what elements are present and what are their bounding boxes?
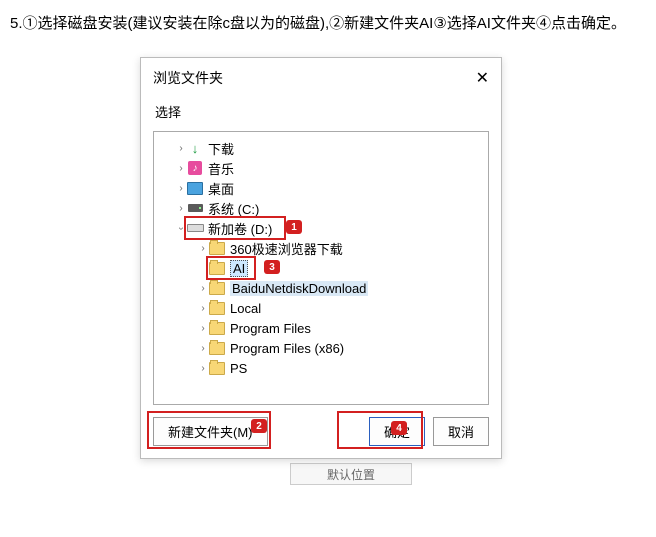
annotation-box-1	[184, 216, 286, 240]
music-icon: ♪	[188, 161, 202, 175]
folder-icon	[209, 242, 225, 255]
dialog-title-text: 浏览文件夹	[153, 68, 223, 88]
tree-label: 360极速浏览器下载	[230, 239, 343, 258]
instruction-text: 5.①选择磁盘安装(建议安装在除c盘以为的磁盘),②新建文件夹AI③选择AI文件…	[10, 10, 646, 37]
chevron-right-icon[interactable]: ›	[176, 163, 186, 174]
close-icon[interactable]: ✕	[476, 68, 489, 88]
chevron-right-icon[interactable]: ›	[176, 143, 186, 154]
tree-item-local[interactable]: › Local	[158, 298, 484, 318]
tree-label: BaiduNetdiskDownload	[230, 281, 368, 296]
tree-label: Local	[230, 301, 261, 316]
annotation-badge-4: 4	[391, 421, 407, 435]
folder-icon	[209, 322, 225, 335]
cancel-button[interactable]: 取消	[433, 417, 489, 446]
tree-label: 系统 (C:)	[208, 199, 259, 218]
dialog-button-row: 新建文件夹(M) 确定 取消 2 4	[141, 405, 501, 458]
dialog-subtitle: 选择	[141, 98, 501, 131]
annotation-badge-2: 2	[251, 419, 267, 433]
tree-item-baidu[interactable]: › BaiduNetdiskDownload	[158, 278, 484, 298]
tree-label: 下载	[208, 139, 234, 158]
folder-icon	[209, 342, 225, 355]
tree-label: Program Files (x86)	[230, 341, 344, 356]
tree-item-pf[interactable]: › Program Files	[158, 318, 484, 338]
drive-icon	[188, 204, 203, 212]
chevron-right-icon[interactable]: ›	[176, 183, 186, 194]
chevron-right-icon[interactable]: ›	[176, 203, 186, 214]
chevron-right-icon[interactable]: ›	[198, 303, 208, 314]
desktop-icon	[187, 182, 203, 195]
chevron-right-icon[interactable]: ›	[198, 323, 208, 334]
download-icon: ↓	[188, 141, 202, 155]
tree-item-desktop[interactable]: › 桌面	[158, 178, 484, 198]
annotation-box-3	[206, 256, 256, 280]
chevron-right-icon[interactable]: ›	[198, 343, 208, 354]
tree-item-360[interactable]: › 360极速浏览器下载	[158, 238, 484, 258]
tree-item-drive-d[interactable]: › 新加卷 (D:) 1	[158, 218, 484, 238]
tree-item-music[interactable]: › ♪ 音乐	[158, 158, 484, 178]
chevron-right-icon[interactable]: ›	[198, 283, 208, 294]
tree-label: 音乐	[208, 159, 234, 178]
tree-label: 桌面	[208, 179, 234, 198]
annotation-box-4	[337, 411, 423, 449]
chevron-right-icon[interactable]: ›	[198, 363, 208, 374]
dialog-titlebar: 浏览文件夹 ✕	[141, 58, 501, 98]
browse-folder-dialog: 浏览文件夹 ✕ 选择 › ↓ 下载 › ♪ 音乐 › 桌面 › 系统 (C:) …	[140, 57, 502, 459]
folder-icon	[209, 282, 225, 295]
tree-item-drive-c[interactable]: › 系统 (C:)	[158, 198, 484, 218]
tree-item-pf86[interactable]: › Program Files (x86)	[158, 338, 484, 358]
tree-label: Program Files	[230, 321, 311, 336]
folder-tree[interactable]: › ↓ 下载 › ♪ 音乐 › 桌面 › 系统 (C:) › 新加卷 (D:) …	[153, 131, 489, 405]
folder-icon	[209, 362, 225, 375]
tree-item-ai[interactable]: AI 3	[158, 258, 484, 278]
background-button: 默认位置	[290, 463, 412, 485]
chevron-right-icon[interactable]: ›	[198, 243, 208, 254]
tree-label: PS	[230, 361, 247, 376]
tree-item-ps[interactable]: › PS	[158, 358, 484, 378]
annotation-badge-1: 1	[286, 220, 302, 234]
annotation-badge-3: 3	[264, 260, 280, 274]
folder-icon	[209, 302, 225, 315]
tree-item-downloads[interactable]: › ↓ 下载	[158, 138, 484, 158]
